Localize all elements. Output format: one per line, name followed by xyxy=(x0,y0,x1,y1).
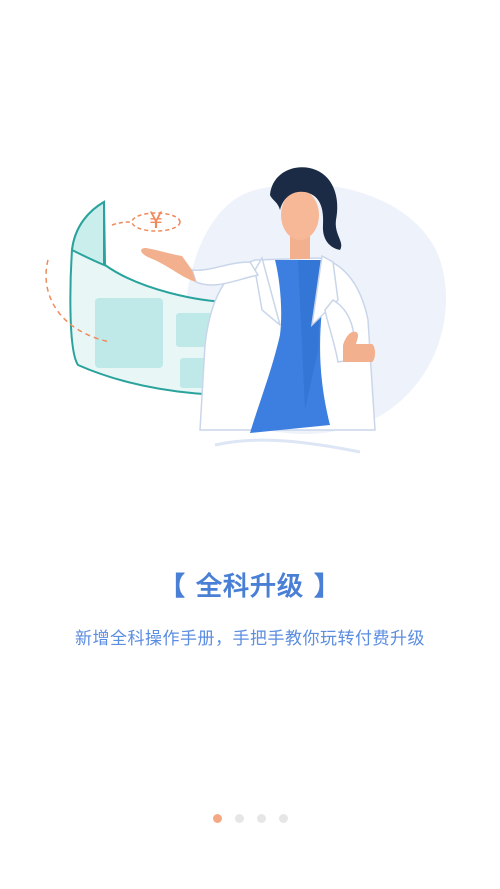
coin-symbol-icon: ¥ xyxy=(149,209,163,234)
doctor-hand-left xyxy=(141,248,196,282)
page-dot-1[interactable] xyxy=(212,814,222,823)
page-subtitle: 新增全科操作手册，手把手教你玩转付费升级 xyxy=(75,629,425,649)
page-indicator xyxy=(0,814,500,823)
page-dot-3[interactable] xyxy=(256,814,266,823)
doctor-illustration-svg: ¥ xyxy=(45,167,447,454)
page-title: 【 全科升级 】 xyxy=(158,572,342,602)
page-dot-2[interactable] xyxy=(234,814,244,823)
ground-wave xyxy=(214,438,361,454)
page-dot-4[interactable] xyxy=(278,814,288,823)
doctor-illustration: ¥ xyxy=(0,150,500,480)
screen-panel-left xyxy=(95,298,163,368)
coin-dash xyxy=(111,221,133,226)
